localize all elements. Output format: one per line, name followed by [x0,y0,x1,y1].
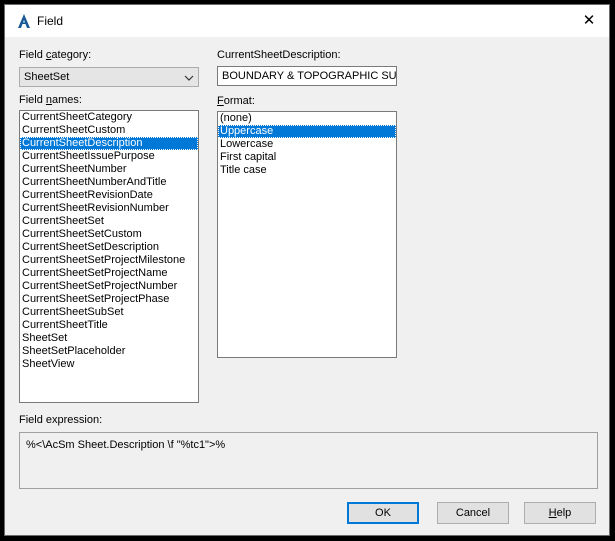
field-dialog: Field ✕ Field category: SheetSet Field n… [4,4,610,536]
field-category-label: Field category: [19,49,92,61]
field-name-item[interactable]: CurrentSheetNumberAndTitle [20,176,198,189]
field-name-item[interactable]: SheetSet [20,332,198,345]
field-name-item[interactable]: CurrentSheetRevisionNumber [20,202,198,215]
format-item[interactable]: (none) [218,112,396,125]
format-item[interactable]: First capital [218,151,396,164]
title-bar: Field ✕ [5,5,609,37]
format-item[interactable]: Title case [218,164,396,177]
format-item[interactable]: Uppercase [218,125,396,138]
format-list[interactable]: (none) Uppercase Lowercase First capital Tit… [217,111,397,358]
field-name-item[interactable]: SheetView [20,358,198,371]
field-category-dropdown[interactable]: SheetSet [19,67,199,87]
field-name-item[interactable]: CurrentSheetSetProjectNumber [20,280,198,293]
field-name-item[interactable]: CurrentSheetSetDescription [20,241,198,254]
field-name-item[interactable]: CurrentSheetRevisionDate [20,189,198,202]
field-names-label: Field names: [19,94,82,106]
field-expression-label: Field expression: [19,414,103,426]
window-title: Field [37,14,64,28]
field-expression-box[interactable]: %<\AcSm Sheet.Description \f "%tc1">% [19,432,598,489]
field-name-item[interactable]: CurrentSheetNumber [20,163,198,176]
cancel-button[interactable]: Cancel [437,502,509,524]
format-item[interactable]: Lowercase [218,138,396,151]
field-name-item[interactable]: CurrentSheetSetCustom [20,228,198,241]
current-value-label: CurrentSheetDescription: [217,49,341,61]
field-name-item[interactable]: CurrentSheetIssuePurpose [20,150,198,163]
field-names-list[interactable]: CurrentSheetCategory CurrentSheetCustom Cu… [19,110,199,403]
field-name-item[interactable]: SheetSetPlaceholder [20,345,198,358]
field-name-item[interactable]: CurrentSheetCustom [20,124,198,137]
current-value-field: BOUNDARY & TOPOGRAPHIC SURVI [217,66,397,86]
field-name-item[interactable]: CurrentSheetSetProjectName [20,267,198,280]
field-name-item[interactable]: CurrentSheetSetProjectPhase [20,293,198,306]
close-icon[interactable]: ✕ [575,9,603,33]
current-value-text: BOUNDARY & TOPOGRAPHIC SURVI [222,70,397,82]
ok-button[interactable]: OK [347,502,419,524]
field-name-item[interactable]: CurrentSheetSubSet [20,306,198,319]
field-name-item[interactable]: CurrentSheetDescription [20,137,198,150]
field-name-item[interactable]: CurrentSheetSetProjectMilestone [20,254,198,267]
field-name-item[interactable]: CurrentSheetTitle [20,319,198,332]
format-label: Format: [217,95,255,107]
field-name-item[interactable]: CurrentSheetCategory [20,111,198,124]
field-expression-text: %<\AcSm Sheet.Description \f "%tc1">% [26,439,226,451]
field-category-value: SheetSet [24,71,70,83]
chevron-down-icon [184,73,194,81]
field-name-item[interactable]: CurrentSheetSet [20,215,198,228]
help-button[interactable]: Help [524,502,596,524]
autocad-logo-icon [17,13,31,29]
